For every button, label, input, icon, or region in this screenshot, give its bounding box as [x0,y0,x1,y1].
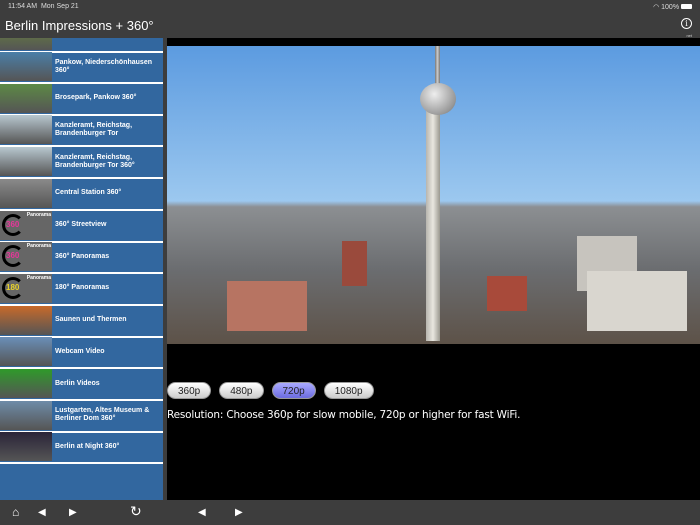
sidebar-item-label: Pankow, Niederschönhausen 360° [55,58,152,74]
sidebar-item[interactable]: Berlin Videos [0,369,163,401]
main-panel: 360p 480p 720p 1080p Resolution: Choose 360… [167,38,700,500]
thumbnail [0,305,52,335]
thumbnail [0,38,52,50]
sidebar-item-label: Berlin at Night 360° [55,442,120,450]
sidebar-item[interactable]: Panorama 360 360° Streetview [0,210,163,243]
panorama-degrees: 360 [6,219,20,229]
sidebar-item[interactable]: Lustgarten, Altes Museum & Berliner Dom … [0,400,163,433]
thumbnail [0,147,52,177]
panorama-label: Panorama [26,243,51,250]
sidebar-item-label: Brosepark, Pankow 360° [55,94,137,102]
panorama-degrees: 360 [6,251,20,261]
status-date: Mon Sep 21 [40,3,79,10]
sidebar-item-label: 360° Panoramas [55,252,110,260]
sidebar-item[interactable]: Webcam Video [0,337,163,370]
thumbnail: Panorama 360 [0,210,52,240]
panorama-degrees: 180 [6,282,20,292]
sidebar-item[interactable]: Kanzleramt, Reichstag, Brandenburger Tor [0,115,163,148]
thumbnail [0,369,52,398]
back-button[interactable]: ◀ [38,507,46,518]
sidebar-item-label: Central Station 360° [55,189,122,197]
thumbnail: Panorama 180 [0,273,52,303]
forward-button[interactable]: ▶ [69,507,77,518]
sidebar-item[interactable]: Saunen und Thermen [0,305,163,338]
sidebar-item[interactable] [0,38,163,53]
sidebar-item[interactable]: Berlin at Night 360° [0,432,163,465]
panorama-label: Panorama [26,274,51,281]
sidebar-item[interactable]: Pankow, Niederschönhausen 360° [0,52,163,84]
sidebar-item[interactable]: Brosepark, Pankow 360° [0,83,163,116]
sidebar-item-label: 180° Panoramas [55,284,110,292]
sidebar-list[interactable]: Pankow, Niederschönhausen 360° Brosepark,… [0,38,163,500]
resolution-button-1080p[interactable]: 1080p [323,382,374,399]
thumbnail: Panorama 360 [0,242,52,272]
resolution-buttons: 360p 480p 720p 1080p [167,382,374,399]
status-bar: 11:54 AM Mon Sep 21 ◠ 100% [0,0,700,12]
thumbnail [0,400,52,430]
resolution-hint: Resolution: Choose 360p for slow mobile,… [167,409,521,421]
panorama-label: Panorama [26,211,51,218]
bottom-toolbar: ⌂ ◀ ▶ ↻ ◀ ▶ [0,500,700,525]
title-bar: Berlin Impressions + 360° i net [0,12,700,38]
thumbnail [0,432,52,462]
info-icon[interactable]: i [681,18,692,29]
reload-icon[interactable]: ↻ [130,503,142,520]
sidebar-item-label: Webcam Video [55,347,105,355]
sidebar-item-label: Kanzleramt, Reichstag, Brandenburger Tor… [55,153,135,169]
sidebar-item-label: Lustgarten, Altes Museum & Berliner Dom … [55,407,150,423]
media-forward-button[interactable]: ▶ [235,507,243,518]
battery-level: 100% [661,4,680,11]
media-back-button[interactable]: ◀ [198,507,206,518]
sidebar-item-label: 360° Streetview [55,221,107,228]
resolution-button-480p[interactable]: 480p [219,382,264,399]
status-time: 11:54 AM [8,3,38,10]
sidebar-item-label: Berlin Videos [55,379,100,387]
sidebar-item[interactable]: Panorama 360 360° Panoramas [0,242,163,275]
thumbnail [0,83,52,113]
page-title: Berlin Impressions + 360° [5,18,154,33]
resolution-button-360p[interactable]: 360p [167,382,212,399]
thumbnail [0,178,52,208]
resolution-button-720p[interactable]: 720p [271,382,316,399]
battery-icon [681,4,692,9]
tv-tower-photo [167,46,700,344]
thumbnail [0,337,52,367]
sidebar-item[interactable]: Kanzleramt, Reichstag, Brandenburger Tor… [0,147,163,180]
sidebar-item-label: Saunen und Thermen [55,316,127,324]
home-icon[interactable]: ⌂ [12,505,19,519]
sidebar-item-label: Kanzleramt, Reichstag, Brandenburger Tor [55,121,133,137]
thumbnail [0,115,52,145]
wifi-icon: ◠ [653,4,660,11]
sidebar-item[interactable]: Panorama 180 180° Panoramas [0,273,163,306]
sidebar-item[interactable]: Central Station 360° [0,178,163,211]
thumbnail [0,52,52,81]
